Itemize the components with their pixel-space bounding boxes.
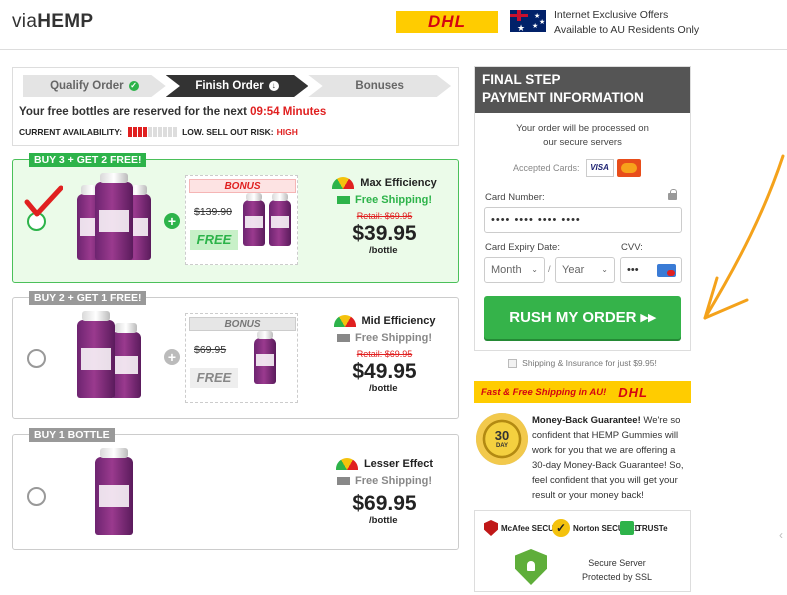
bonus-box: BONUS $69.95 FREE: [185, 313, 298, 403]
truck-icon: [337, 477, 350, 485]
price-column: Lesser Effect Free Shipping! $69.95 /bot…: [311, 458, 458, 526]
dhl-logo: DHL: [396, 11, 498, 33]
package-tag: BUY 1 BOTTLE: [29, 428, 115, 442]
dhl-logo: DHL: [618, 384, 648, 400]
plus-icon: +: [164, 349, 180, 365]
chevron-down-icon: ⌄: [531, 265, 538, 274]
product-bottles: [77, 311, 141, 398]
cvv-card-icon: [657, 264, 676, 277]
header-notice: Internet Exclusive Offers Available to A…: [554, 9, 700, 36]
step-finish-order: Finish Order ↓: [165, 75, 309, 97]
ssl-notice: Secure Server Protected by SSL: [581, 558, 653, 582]
card-number-label: Card Number:: [485, 192, 545, 203]
reserve-message: Your free bottles are reserved for the n…: [19, 106, 327, 118]
package-buy2-get1[interactable]: BUY 2 + GET 1 FREE! + BONUS $69.95 FREE …: [12, 291, 459, 419]
efficiency-gauge-icon: [335, 458, 358, 470]
package-price: $39.95: [352, 222, 417, 245]
check-icon: ✓: [128, 81, 139, 91]
lock-icon: [668, 189, 677, 200]
truste-icon: [620, 521, 634, 535]
package-buy1[interactable]: BUY 1 BOTTLE Lesser Effect Free Shipping…: [12, 428, 459, 550]
checkout-steps-panel: Qualify Order ✓ Finish Order ↓ Bonuses You…: [12, 67, 459, 146]
step-qualify-order: Qualify Order ✓: [23, 75, 166, 97]
trust-badges: McAfee SECURE ✓ Norton SECURED TRUSTe Sec…: [474, 510, 691, 592]
card-number-input[interactable]: •••• •••• •••• ••••: [484, 207, 682, 233]
price-column: Mid Efficiency Free Shipping! Retail: $6…: [311, 315, 458, 394]
package-buy3-get2[interactable]: BUY 3 + GET 2 FREE! + BONUS $139.90 FREE…: [12, 153, 459, 283]
efficiency-gauge-icon: [333, 315, 356, 327]
insurance-row[interactable]: Shipping & Insurance for just $9.95!: [474, 358, 691, 368]
checkmark-icon: [24, 185, 63, 217]
package-radio[interactable]: [27, 487, 46, 506]
accepted-cards: Accepted Cards: VISA: [513, 159, 641, 177]
mastercard-icon: [616, 159, 641, 177]
package-price: $49.95: [352, 360, 417, 383]
progress-steps: Qualify Order ✓ Finish Order ↓ Bonuses: [23, 75, 452, 97]
ssl-shield-icon: [515, 549, 547, 585]
truste-badge: TRUSTe: [620, 517, 668, 539]
efficiency-gauge-icon: [332, 177, 355, 189]
price-column: Max Efficiency Free Shipping! Retail: $6…: [311, 177, 458, 256]
shipping-banner: Fast & Free Shipping in AU! DHL: [474, 381, 691, 403]
pointer-arrow-icon: [703, 154, 785, 320]
arrow-down-icon: ↓: [268, 81, 279, 91]
payment-title: FINAL STEP PAYMENT INFORMATION: [475, 67, 690, 113]
package-price: $69.95: [352, 492, 417, 515]
edge-glyph: ‹: [779, 528, 783, 542]
secure-notice: Your order will be processed on our secu…: [516, 123, 649, 148]
rush-order-button[interactable]: RUSH MY ORDER ▸▸: [484, 296, 681, 339]
mcafee-shield-icon: [484, 520, 498, 536]
truck-icon: [337, 196, 350, 204]
payment-form: FINAL STEP PAYMENT INFORMATION Your orde…: [474, 66, 691, 351]
insurance-checkbox[interactable]: [508, 358, 518, 368]
site-header: viaHEMP DHL ★ ★ ★ ★ Internet Exclusive O…: [0, 0, 787, 50]
bonus-box: BONUS $139.90 FREE: [185, 175, 298, 265]
expiry-month-select[interactable]: Month ⌄: [484, 257, 545, 283]
step-bonuses: Bonuses: [308, 75, 452, 97]
cvv-label: CVV:: [621, 242, 643, 253]
package-tag: BUY 3 + GET 2 FREE!: [29, 153, 147, 167]
availability-row: CURRENT AVAILABILITY: LOW. SELL OUT RISK…: [19, 127, 298, 137]
visa-icon: VISA: [585, 159, 614, 177]
cvv-input[interactable]: •••: [620, 257, 682, 283]
australia-flag-icon: ★ ★ ★ ★: [510, 10, 546, 32]
countdown-timer: 09:54 Minutes: [250, 106, 327, 118]
expiry-year-select[interactable]: Year ⌄: [555, 257, 615, 283]
guarantee-text: Money-Back Guarantee! We're so confident…: [532, 415, 684, 501]
site-logo[interactable]: viaHEMP: [12, 11, 93, 33]
plus-icon: +: [164, 213, 180, 229]
norton-check-icon: ✓: [552, 519, 570, 537]
package-radio[interactable]: [27, 349, 46, 368]
truck-icon: [337, 334, 350, 342]
expiry-separator: /: [548, 264, 551, 275]
package-tag: BUY 2 + GET 1 FREE!: [29, 291, 147, 305]
availability-meter: [128, 127, 178, 137]
expiry-label: Card Expiry Date:: [485, 242, 560, 253]
chevron-down-icon: ⌄: [601, 265, 608, 274]
product-bottles: [95, 448, 133, 535]
product-bottles: [77, 173, 151, 260]
guarantee-seal-icon: 30 DAY: [476, 413, 528, 465]
